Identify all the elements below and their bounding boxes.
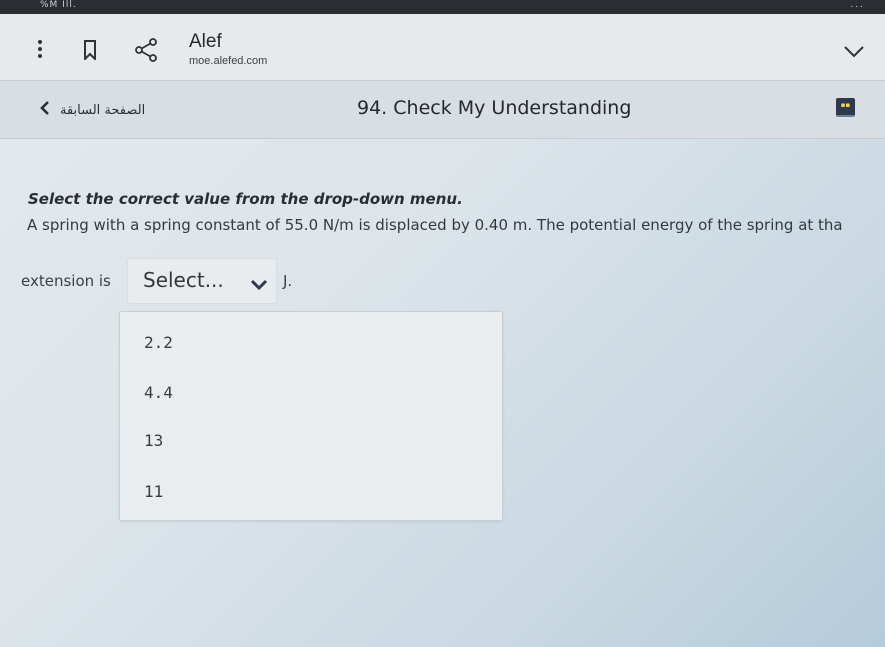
dropdown-option[interactable]: 11 [120, 469, 502, 513]
page-title: 94. Check My Understanding [357, 97, 632, 119]
page-navigation-bar: الصفحة السابقة 94. Check My Understandin… [0, 81, 885, 139]
question-text: A spring with a spring constant of 55.0 … [27, 216, 843, 234]
answer-row: extension is Select... J. [21, 258, 321, 304]
previous-page-link[interactable]: الصفحة السابقة [40, 100, 145, 120]
chevron-down-icon[interactable] [843, 44, 865, 63]
option-label: 13 [144, 431, 164, 450]
page-badge-icon[interactable]: ▪▪ [836, 98, 855, 117]
browser-bar: Alef moe.alefed.com [0, 14, 885, 81]
select-chevron-down-icon [250, 276, 268, 295]
option-label: 11 [144, 482, 164, 501]
more-menu-icon[interactable] [36, 40, 44, 64]
dropdown-list: 2.2 4.4 13 11 [119, 311, 503, 521]
dropdown-option[interactable]: 13 [120, 418, 502, 462]
bookmark-icon[interactable] [83, 40, 97, 64]
question-instruction: Select the correct value from the drop-d… [28, 190, 463, 208]
status-indicators: %M Ill. [40, 0, 77, 10]
answer-lead-text: extension is [21, 272, 111, 290]
dropdown-option[interactable]: 2.2 [120, 320, 502, 364]
status-icons: ... [850, 0, 865, 10]
previous-page-label: الصفحة السابقة [60, 102, 146, 118]
option-label: 2.2 [144, 333, 173, 352]
site-url: moe.alefed.com [189, 55, 268, 67]
answer-unit-text: J. [283, 272, 293, 290]
status-bar: %M Ill. ... [0, 0, 885, 14]
select-placeholder: Select... [143, 268, 224, 292]
option-label: 4.4 [144, 383, 173, 402]
answer-select[interactable]: Select... [127, 258, 277, 304]
dropdown-option[interactable]: 4.4 [120, 370, 502, 414]
site-title: Alef [189, 31, 222, 52]
chevron-left-icon [40, 100, 50, 120]
share-icon[interactable] [134, 38, 158, 66]
